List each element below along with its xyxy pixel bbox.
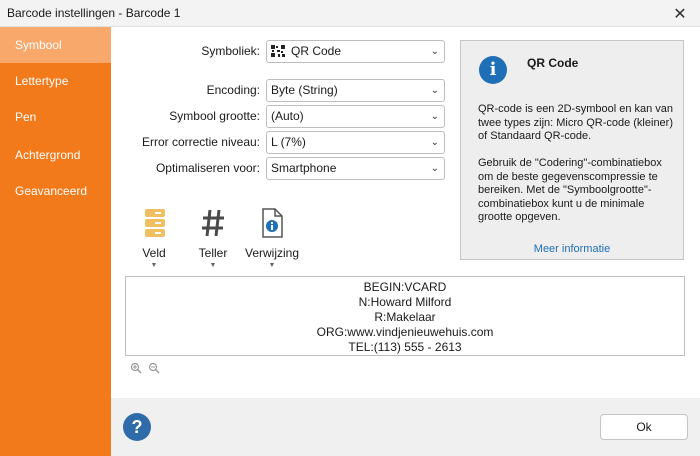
sidebar-item-achtergrond[interactable]: Achtergrond [0,137,111,173]
ok-button[interactable]: Ok [600,414,688,440]
help-icon[interactable]: ? [123,413,151,441]
data-line: N:Howard Milford [358,295,452,309]
more-info-link[interactable]: Meer informatie [461,243,683,255]
document-info-icon [262,208,283,238]
error-correctie-combo[interactable]: L (7%) ⌄ [266,131,445,154]
sidebar-item-symbool[interactable]: Symbool [0,27,111,63]
hash-counter-icon [202,209,224,237]
sidebar-item-geavanceerd[interactable]: Geavanceerd [0,173,111,209]
encoding-label: Encoding: [206,83,260,97]
close-icon[interactable]: ✕ [660,0,700,27]
field-tool-button[interactable]: Veld ▼ [134,207,174,269]
info-paragraph-2: Gebruik de "Codering"-combinatiebox om d… [478,157,662,223]
chevron-down-icon: ⌄ [430,163,439,174]
encoding-combo[interactable]: Byte (String) ⌄ [266,79,445,102]
optimaliseren-label: Optimaliseren voor: [155,161,260,175]
symboliek-combo[interactable]: QR Code ⌄ [266,40,445,63]
data-line: R:Makelaar [374,310,436,324]
data-line: BEGIN:VCARD [363,280,447,294]
caret-down-icon: ▼ [209,262,217,269]
counter-tool-button[interactable]: Teller ▼ [193,207,233,269]
chevron-down-icon: ⌄ [430,85,439,96]
zoom-out-icon[interactable] [148,362,160,377]
field-tool-label: Veld [142,246,166,260]
window-title: Barcode instellingen - Barcode 1 [7,6,181,20]
optimaliseren-value: Smartphone [271,161,337,175]
data-line: TEL:(113) 555 - 2613 [348,340,462,354]
counter-tool-label: Teller [198,246,228,260]
info-title: QR Code [527,56,579,70]
caret-down-icon: ▼ [268,262,276,269]
info-icon: i [479,56,507,84]
info-panel: i QR Code QR-code is een 2D-symbool en k… [460,40,684,260]
sidebar-item-pen[interactable]: Pen [0,99,111,135]
zoom-in-icon[interactable] [130,362,142,377]
symboliek-label: Symboliek: [201,44,260,58]
optimaliseren-combo[interactable]: Smartphone ⌄ [266,157,445,180]
qr-code-icon [271,43,285,57]
caret-down-icon: ▼ [150,262,158,269]
sidebar: Symbool Lettertype Pen Achtergrond Geava… [0,27,111,456]
sidebar-item-lettertype[interactable]: Lettertype [0,63,111,99]
info-paragraph-1: QR-code is een 2D-symbool en kan van twe… [478,103,674,142]
symboliek-value: QR Code [291,44,342,58]
error-correctie-label: Error correctie niveau: [141,135,260,149]
symbool-grootte-label: Symbool grootte: [169,109,260,123]
symbool-grootte-value: (Auto) [271,109,304,123]
chevron-down-icon: ⌄ [430,137,439,148]
symbool-grootte-combo[interactable]: (Auto) ⌄ [266,105,445,128]
error-correctie-value: L (7%) [271,135,306,149]
barcode-data-textarea[interactable]: BEGIN:VCARD N:Howard Milford R:Makelaar … [125,276,685,356]
reference-tool-button[interactable]: Verwijzing ▼ [243,207,301,269]
reference-tool-label: Verwijzing [244,246,300,260]
encoding-value: Byte (String) [271,83,338,97]
chevron-down-icon: ⌄ [430,111,439,122]
title-bar: Barcode instellingen - Barcode 1 ✕ [0,0,700,27]
chevron-down-icon: ⌄ [430,46,439,57]
database-field-icon [145,209,165,237]
data-line: ORG:www.vindjenieuwehuis.com [316,325,494,339]
